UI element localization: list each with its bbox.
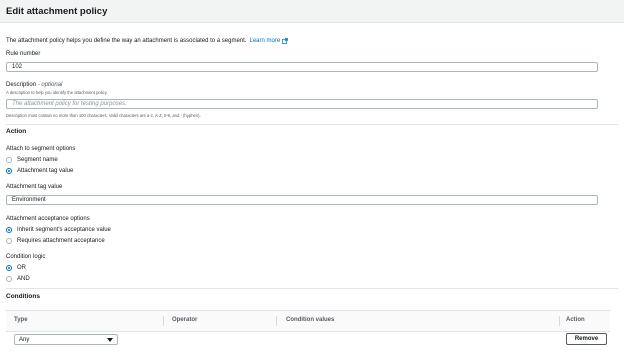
- radio-and[interactable]: AND: [6, 274, 30, 284]
- rule-number-input[interactable]: 102: [6, 62, 598, 72]
- column-header-type: Type: [14, 317, 28, 323]
- action-section-title: Action: [6, 128, 27, 135]
- panel-header: Edit attachment policy: [0, 0, 624, 23]
- radio-button[interactable]: [6, 276, 12, 282]
- optional-tag: - optional: [37, 82, 63, 88]
- edit-attachment-policy-panel: Edit attachment policy The attachment po…: [0, 0, 624, 358]
- page-title: Edit attachment policy: [6, 5, 108, 17]
- attach-options-label: Attach to segment options: [6, 146, 76, 152]
- conditions-section-title: Conditions: [6, 293, 40, 300]
- radio-segment-name[interactable]: Segment name: [6, 155, 58, 165]
- radio-inherit-acceptance[interactable]: Inherit segment's acceptance value: [6, 225, 111, 235]
- radio-button-selected[interactable]: [6, 227, 12, 233]
- radio-or[interactable]: OR: [6, 263, 26, 273]
- radio-attachment-tag-value[interactable]: Attachment tag value: [6, 166, 73, 176]
- description-input[interactable]: The attachment policy for testing purpos…: [6, 99, 598, 109]
- radio-button[interactable]: [6, 157, 12, 163]
- rule-number-label: Rule number: [6, 51, 41, 57]
- description-help: A description to help you identify the a…: [6, 90, 108, 95]
- external-link-icon[interactable]: [282, 38, 289, 44]
- description-label-text: Description: [6, 82, 37, 88]
- condition-type-select[interactable]: Any: [14, 334, 118, 345]
- divider: [6, 124, 618, 125]
- acceptance-options-label: Attachment acceptance options: [6, 216, 90, 222]
- radio-label: OR: [17, 265, 26, 271]
- radio-label: Inherit segment's acceptance value: [17, 227, 111, 233]
- tag-value-input[interactable]: Environment: [6, 195, 598, 205]
- radio-requires-acceptance[interactable]: Requires attachment acceptance: [6, 236, 105, 246]
- learn-more-link[interactable]: Learn more: [249, 38, 280, 44]
- radio-label: AND: [17, 276, 30, 282]
- column-header-action: Action: [566, 317, 585, 323]
- tag-value-label: Attachment tag value: [6, 184, 63, 190]
- column-separator: [559, 316, 560, 326]
- radio-label: Attachment tag value: [17, 168, 74, 174]
- intro-text: The attachment policy helps you define t…: [6, 38, 289, 44]
- column-header-condition-values: Condition values: [286, 317, 335, 323]
- radio-button-selected[interactable]: [6, 265, 12, 271]
- conditions-table-header: Type Operator Condition values Action: [6, 310, 610, 332]
- condition-logic-label: Condition logic: [6, 254, 46, 260]
- radio-label: Segment name: [17, 157, 58, 163]
- divider: [6, 288, 618, 289]
- description-constraint: Description must contain no more than 10…: [6, 113, 201, 118]
- column-header-operator: Operator: [172, 317, 198, 323]
- radio-label: Requires attachment acceptance: [17, 238, 105, 244]
- column-separator: [163, 316, 164, 326]
- caret-down-icon: [107, 337, 113, 342]
- description-label: Description - optional: [6, 82, 62, 88]
- remove-button[interactable]: Remove: [566, 333, 607, 345]
- radio-button-selected[interactable]: [6, 168, 12, 174]
- intro-description: The attachment policy helps you define t…: [6, 38, 247, 44]
- radio-button[interactable]: [6, 238, 12, 244]
- condition-type-value: Any: [19, 336, 30, 343]
- column-separator: [276, 316, 277, 326]
